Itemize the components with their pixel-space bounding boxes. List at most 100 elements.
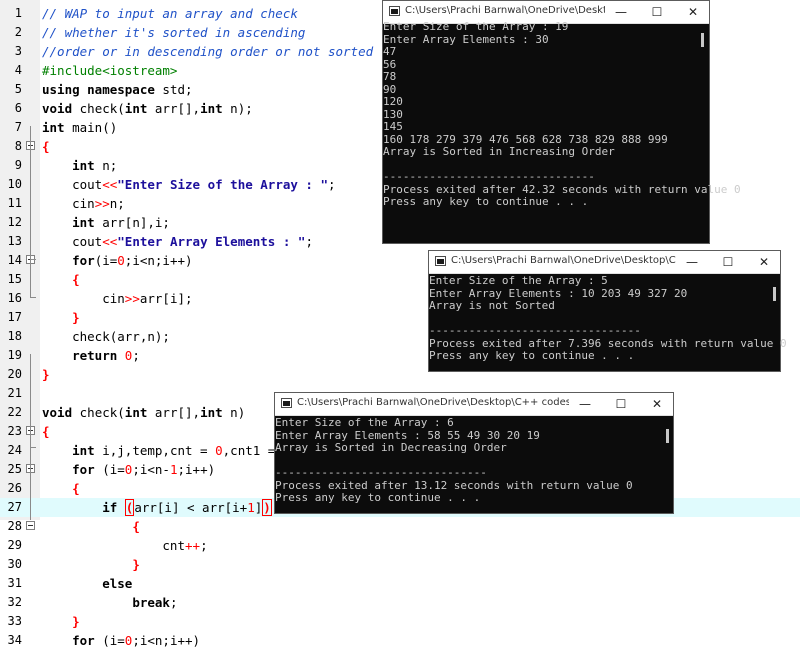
code-token: ): [262, 499, 272, 516]
line-number: 16: [7, 291, 22, 305]
code-token: else: [102, 576, 133, 591]
code-line[interactable]: 33 }: [0, 612, 800, 631]
console-line: Array is Sorted in Decreasing Order: [275, 441, 507, 454]
code-token: ;: [132, 348, 140, 363]
code-token: for: [72, 253, 95, 268]
console-window-2[interactable]: C:\Users\Prachi Barnwal\OneDrive\Desktop…: [428, 250, 787, 372]
line-number: 17: [7, 310, 22, 324]
code-token: int: [72, 215, 103, 230]
maximize-button[interactable]: ☐: [710, 251, 746, 273]
code-line[interactable]: 32 break;: [0, 593, 800, 612]
line-number: 25: [7, 462, 22, 476]
code-token: arr[n],i;: [102, 215, 170, 230]
code-text: //order or in descending order or not so…: [42, 42, 373, 61]
fold-toggle-icon[interactable]: [26, 521, 35, 530]
minimize-button[interactable]: —: [567, 393, 603, 415]
code-text: {: [42, 137, 50, 156]
console-3-scrollbar[interactable]: [666, 429, 669, 443]
code-token: arr[i];: [139, 291, 193, 306]
code-token: (i=: [94, 253, 118, 268]
console-2-title: C:\Users\Prachi Barnwal\OneDrive\Desktop…: [451, 255, 676, 266]
code-token: n);: [230, 101, 253, 116]
code-text: cin>>n;: [42, 194, 125, 213]
code-token: 0: [124, 633, 133, 648]
console-line: 130: [383, 107, 403, 121]
code-text: // whether it's sorted in ascending: [42, 23, 305, 42]
console-line: Array is Sorted in Increasing Order: [383, 145, 615, 158]
code-text: cout<<"Enter Size of the Array : ";: [42, 175, 336, 194]
console-2-titlebar[interactable]: C:\Users\Prachi Barnwal\OneDrive\Desktop…: [429, 251, 780, 274]
code-token: }: [42, 367, 50, 382]
line-number: 13: [7, 234, 22, 248]
console-line: Press any key to continue . . .: [383, 195, 589, 208]
close-button[interactable]: ✕: [639, 393, 675, 415]
line-number: 8: [14, 139, 22, 153]
console-app-icon: [281, 398, 292, 408]
code-token: ;: [305, 234, 313, 249]
code-text: for(i=0;i<n;i++): [42, 251, 192, 270]
console-line: Enter Array Elements : 30: [383, 32, 549, 46]
maximize-button[interactable]: ☐: [639, 1, 675, 23]
minimize-button[interactable]: —: [674, 251, 710, 273]
code-token: 1: [247, 500, 255, 515]
code-line[interactable]: 29 cnt++;: [0, 536, 800, 555]
code-token: void: [42, 101, 80, 116]
code-token: arr[],: [154, 405, 201, 420]
console-window-1[interactable]: C:\Users\Prachi Barnwal\OneDrive\Desktop…: [382, 0, 741, 244]
code-token: >>: [124, 291, 140, 306]
code-token: {: [132, 519, 140, 534]
close-button[interactable]: ✕: [675, 1, 711, 23]
line-number: 20: [7, 367, 22, 381]
code-text: check(arr,n);: [42, 327, 170, 346]
code-line[interactable]: 30 }: [0, 555, 800, 574]
code-token: {: [72, 272, 80, 287]
line-number: 7: [14, 120, 22, 134]
code-text: using namespace std;: [42, 80, 193, 99]
console-line: Enter Size of the Array : 5: [429, 274, 608, 287]
code-token: if: [102, 500, 125, 515]
code-token: for: [72, 633, 103, 648]
maximize-button[interactable]: ☐: [603, 393, 639, 415]
code-line[interactable]: 31 else: [0, 574, 800, 593]
code-token: 0: [215, 443, 223, 458]
line-number: 12: [7, 215, 22, 229]
line-number: 21: [7, 386, 22, 400]
console-window-3[interactable]: C:\Users\Prachi Barnwal\OneDrive\Desktop…: [274, 392, 674, 514]
console-line: 78: [383, 70, 397, 83]
line-number: 32: [7, 595, 22, 609]
console-line: 145: [383, 120, 403, 133]
code-token: arr[],: [154, 101, 201, 116]
console-app-icon: [389, 6, 400, 16]
code-line[interactable]: 34 for (i=0;i<n;i++): [0, 631, 800, 650]
code-token: ;: [328, 177, 336, 192]
minimize-button[interactable]: —: [603, 1, 639, 23]
code-token: }: [72, 614, 80, 629]
code-text: void check(int arr[],int n);: [42, 99, 253, 118]
console-3-titlebar[interactable]: C:\Users\Prachi Barnwal\OneDrive\Desktop…: [275, 393, 673, 416]
code-token: (: [124, 499, 135, 516]
code-text: cin>>arr[i];: [42, 289, 193, 308]
line-number: 2: [14, 25, 22, 39]
line-number: 3: [14, 44, 22, 58]
code-text: void check(int arr[],int n): [42, 403, 245, 422]
code-token: int: [200, 405, 231, 420]
code-token: "Enter Array Elements : ": [117, 234, 306, 249]
line-number: 6: [14, 101, 22, 115]
code-text: int n;: [42, 156, 117, 175]
code-text: {: [42, 270, 80, 289]
code-token: ;: [169, 595, 178, 610]
close-button[interactable]: ✕: [746, 251, 782, 273]
code-token: {: [72, 481, 80, 496]
code-token: #include<iostream>: [42, 63, 178, 78]
code-token: for: [72, 462, 103, 477]
code-token: ;i++): [177, 462, 216, 477]
code-text: }: [42, 612, 80, 631]
